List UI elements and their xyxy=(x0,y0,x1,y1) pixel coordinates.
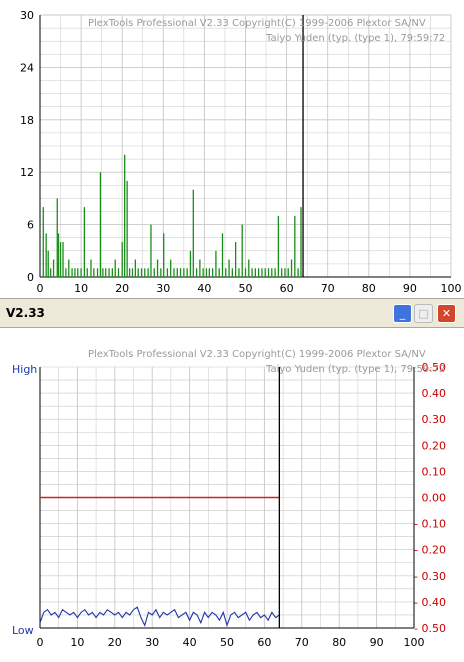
y-tick-label: 12 xyxy=(20,166,34,179)
x-tick-label: 40 xyxy=(183,636,197,649)
y-tick-label: 18 xyxy=(20,114,34,127)
x-tick-label: 100 xyxy=(441,282,462,295)
watermark-line-2-bottom: Taiyo Yuden (typ. (type 1), 79:59:72 xyxy=(266,364,446,375)
right-tick-label: - 0.40 xyxy=(414,596,446,609)
x-tick-label: 60 xyxy=(257,636,271,649)
y-tick-label: 24 xyxy=(20,61,34,74)
x-tick-label: 50 xyxy=(220,636,234,649)
minimize-button[interactable]: _ xyxy=(393,304,412,323)
x-tick-label: 50 xyxy=(239,282,253,295)
x-tick-label: 90 xyxy=(403,282,417,295)
x-tick-label: 40 xyxy=(197,282,211,295)
jitter-chart-panel: High Low 0.50 0.40 0.30 0.20 0.10 0.00- 0.10- 0… xyxy=(0,328,464,662)
watermark-line-1-bottom: PlexTools Professional V2.33 Copyright(C… xyxy=(88,349,426,360)
x-tick-label: 30 xyxy=(145,636,159,649)
watermark-line-2: Taiyo Yuden (typ. (type 1), 79:59:72 xyxy=(266,33,446,44)
right-tick-label: 0.10 xyxy=(422,465,447,478)
x-tick-label: 30 xyxy=(156,282,170,295)
x-tick-label: 10 xyxy=(74,282,88,295)
x-tick-label: 60 xyxy=(280,282,294,295)
right-tick-label: 0.20 xyxy=(422,439,447,452)
x-tick-label: 70 xyxy=(321,282,335,295)
x-tick-label: 70 xyxy=(295,636,309,649)
jitter-chart: HighLow0.500.400.300.200.100.00- 0.10- 0… xyxy=(12,361,447,649)
error-chart: 30241812600 10 20 30 40 50 60 70 80 90 100 xyxy=(20,9,462,295)
left-label-low: Low xyxy=(12,624,34,637)
x-tick-label: 100 xyxy=(404,636,425,649)
right-tick-label: 0.00 xyxy=(422,492,447,505)
window-title: V2.33 xyxy=(6,306,45,320)
y-tick-label: 6 xyxy=(27,219,34,232)
x-tick-label: 80 xyxy=(332,636,346,649)
error-chart-panel: 30 24 18 12 6 0 0 10 20 30 40 50 60 70 80 90 100 PlexToo… xyxy=(0,0,464,298)
right-tick-label: 0.40 xyxy=(422,387,447,400)
x-tick-label: 80 xyxy=(362,282,376,295)
y-tick-label: 30 xyxy=(20,9,34,22)
watermark-line-1: PlexTools Professional V2.33 Copyright(C… xyxy=(88,18,426,29)
right-tick-label: - 0.10 xyxy=(414,518,446,531)
y-tick-label: 0 xyxy=(27,271,34,284)
left-label-high: High xyxy=(12,363,37,376)
close-button[interactable]: ✕ xyxy=(437,304,456,323)
x-tick-label: 10 xyxy=(70,636,84,649)
jitter-line xyxy=(39,606,280,628)
x-tick-label: 20 xyxy=(115,282,129,295)
x-tick-label: 0 xyxy=(37,636,44,649)
maximize-button[interactable]: □ xyxy=(414,304,433,323)
x-tick-label: 0 xyxy=(37,282,44,295)
right-tick-label: - 0.20 xyxy=(414,544,446,557)
x-tick-label: 20 xyxy=(108,636,122,649)
right-tick-label: 0.30 xyxy=(422,413,447,426)
x-tick-label: 90 xyxy=(370,636,384,649)
right-tick-label: - 0.30 xyxy=(414,570,446,583)
right-tick-label: - 0.50 xyxy=(414,622,446,635)
window-titlebar[interactable]: V2.33 _ □ ✕ xyxy=(0,298,464,328)
